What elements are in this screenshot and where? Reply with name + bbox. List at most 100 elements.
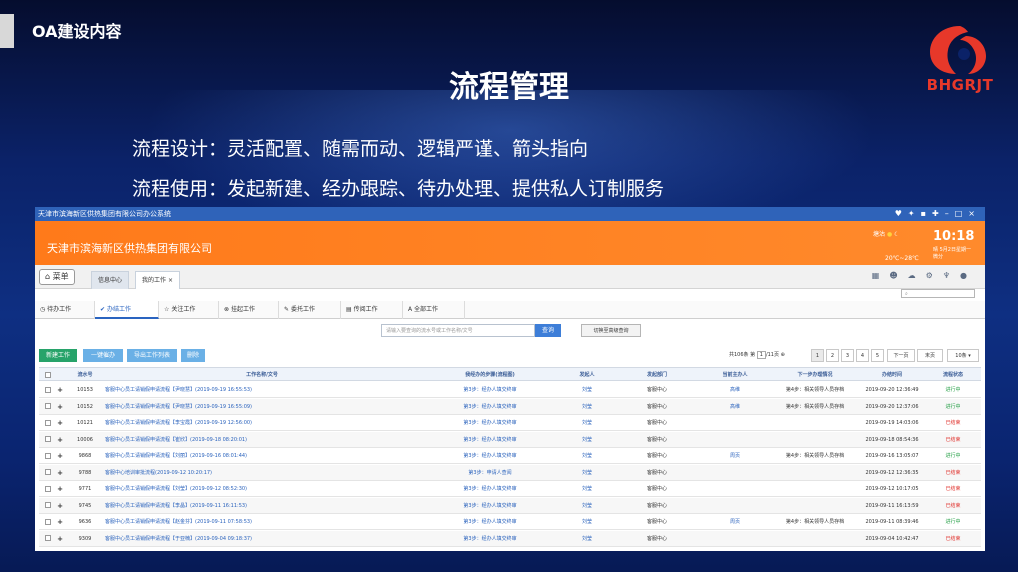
cell-name[interactable]: 客服中心员工请销假申请流程【赵金芬】(2019-09-11 07:58:53) (105, 514, 421, 530)
tab-info-center[interactable]: 信息中心 (91, 271, 130, 289)
pager-page-input[interactable]: 1 (756, 351, 766, 359)
advanced-query-button[interactable]: 切换至高级查询 (581, 324, 641, 337)
page-1-button[interactable]: 1 (811, 349, 824, 362)
expand-icon[interactable]: + (55, 481, 65, 497)
cell-name[interactable]: 客服中心培训审批流程(2019-09-12 10:20:17) (105, 465, 421, 481)
cell-step[interactable]: 第3步：经办人填交终审 (423, 432, 557, 448)
row-checkbox[interactable] (43, 514, 53, 530)
cell-handler[interactable]: 周页 (697, 514, 773, 530)
row-checkbox[interactable] (43, 382, 53, 398)
cell-handler[interactable] (697, 432, 773, 448)
expand-icon[interactable]: + (55, 498, 65, 514)
menu-button[interactable]: ⌂ 菜单 (39, 269, 75, 285)
row-checkbox[interactable] (43, 399, 53, 415)
cell-step[interactable]: 第3步：经办人填交终审 (423, 481, 557, 497)
cell-handler[interactable]: 高维 (697, 382, 773, 398)
per-page-select[interactable]: 10条 ▾ (947, 349, 979, 362)
table-row[interactable]: +9745 客服中心员工请销假申请流程【李晶】(2019-09-11 16:11:… (39, 497, 981, 514)
expand-icon[interactable]: + (55, 399, 65, 415)
cell-name[interactable]: 客服中心员工请销假申请流程【于亚楠】(2019-09-04 09:18:37) (105, 531, 421, 547)
tab-delegated-work[interactable]: ✎ 委托工作 (279, 301, 341, 319)
cell-name[interactable]: 客服中心员工请销假申请流程【刘莹】(2019-09-12 08:52:30) (105, 481, 421, 497)
col-department[interactable]: 发起部门 (619, 368, 695, 382)
minimize-icon[interactable]: – (945, 209, 955, 218)
cell-step[interactable]: 第3步：经办人填交终审 (423, 498, 557, 514)
expand-icon[interactable]: + (55, 531, 65, 547)
close-icon[interactable]: × (968, 209, 981, 218)
settings-icon[interactable]: ✚ (932, 209, 945, 218)
tab-my-work[interactable]: 我的工作 × (135, 271, 180, 289)
row-checkbox[interactable] (43, 432, 53, 448)
cell-initiator[interactable]: 刘莹 (557, 498, 617, 514)
cell-name[interactable]: 客服中心员工请销假申请流程【刘丽】(2019-09-16 08:01:44) (105, 448, 421, 464)
row-checkbox[interactable] (43, 481, 53, 497)
col-finish-time[interactable]: 办结时间 (857, 368, 927, 382)
cell-initiator[interactable]: 刘莹 (557, 382, 617, 398)
cell-name[interactable]: 客服中心员工请销假申请流程【李晶】(2019-09-11 16:11:53) (105, 498, 421, 514)
table-row[interactable]: +10153 客服中心员工请销假申请流程【尹晓慧】(2019-09-19 16:5… (39, 382, 981, 398)
cell-handler[interactable] (697, 481, 773, 497)
row-checkbox[interactable] (43, 448, 53, 464)
cell-name[interactable]: 客服中心员工请销假申请流程【尹晓慧】(2019-09-19 16:55:53) (105, 382, 421, 398)
urge-button[interactable]: 一键催办 (83, 349, 123, 362)
table-row[interactable]: +9868 客服中心员工请销假申请流程【刘丽】(2019-09-16 08:01:… (39, 448, 981, 464)
cell-initiator[interactable]: 刘莹 (557, 531, 617, 547)
cell-step[interactable]: 第3步：经办人填交终审 (423, 531, 557, 547)
cell-initiator[interactable]: 刘莹 (557, 481, 617, 497)
cell-step[interactable]: 第3步：申请人查阅 (423, 465, 557, 481)
row-checkbox[interactable] (43, 531, 53, 547)
cell-step[interactable]: 第3步：经办人填交终审 (423, 415, 557, 431)
query-button[interactable]: 查询 (535, 324, 561, 337)
tab-finished-work[interactable]: ✔ 办结工作 (95, 301, 159, 319)
row-checkbox[interactable] (43, 415, 53, 431)
cell-step[interactable]: 第3步：经办人填交终审 (423, 448, 557, 464)
expand-icon[interactable]: + (55, 514, 65, 530)
cell-handler[interactable]: 高维 (697, 399, 773, 415)
table-row[interactable]: +9788 客服中心培训审批流程(2019-09-12 10:20:17) 第3步：… (39, 464, 981, 481)
pin-icon[interactable]: ✦ (908, 209, 921, 218)
cell-initiator[interactable]: 刘莹 (557, 399, 617, 415)
expand-icon[interactable]: + (55, 415, 65, 431)
global-search-input[interactable]: ⌕ (901, 289, 975, 298)
table-row[interactable]: +10152 客服中心员工请销假申请流程【尹晓慧】(2019-09-19 16:5… (39, 398, 981, 415)
last-page-button[interactable]: 末页 (917, 349, 943, 362)
col-next-step[interactable]: 下一步办理情况 (775, 368, 855, 382)
table-row[interactable]: +9636 客服中心员工请销假申请流程【赵金芬】(2019-09-11 07:58… (39, 514, 981, 530)
cell-step[interactable]: 第3步：经办人填交终审 (423, 382, 557, 398)
maximize-icon[interactable]: □ (955, 209, 969, 218)
cell-handler[interactable] (697, 531, 773, 547)
cell-handler[interactable] (697, 498, 773, 514)
table-row[interactable]: +9771 客服中心员工请销假申请流程【刘莹】(2019-09-12 08:52:… (39, 481, 981, 497)
page-2-button[interactable]: 2 (826, 349, 839, 362)
cell-handler[interactable] (697, 465, 773, 481)
cell-step[interactable]: 第3步：经办人填交终审 (423, 399, 557, 415)
cloud-icon[interactable]: ☁ (908, 271, 926, 280)
tab-circulated-work[interactable]: ▤ 传阅工作 (341, 301, 403, 319)
cell-initiator[interactable]: 刘莹 (557, 415, 617, 431)
key-icon[interactable]: ♆ (943, 271, 960, 280)
cell-step[interactable]: 第3步：经办人填交终审 (423, 514, 557, 530)
export-button[interactable]: 导出工作列表 (127, 349, 177, 362)
delete-button[interactable]: 删除 (181, 349, 205, 362)
query-input[interactable]: 请输入要查询的流水号或工作名称/文号 (381, 324, 535, 337)
new-work-button[interactable]: 新建工作 (39, 349, 77, 362)
cell-name[interactable]: 客服中心员工请销假申请流程【尹晓慧】(2019-09-19 16:55:09) (105, 399, 421, 415)
expand-icon[interactable]: + (55, 448, 65, 464)
cell-handler[interactable]: 周页 (697, 448, 773, 464)
expand-icon[interactable]: + (55, 432, 65, 448)
tab-close-icon[interactable]: × (168, 277, 173, 284)
cell-initiator[interactable]: 刘莹 (557, 514, 617, 530)
col-work-name[interactable]: 工作名称/文号 (103, 368, 421, 382)
grid-icon[interactable]: ▦ (872, 271, 890, 280)
cell-name[interactable]: 客服中心员工请销假申请流程【崔欣】(2019-09-18 08:20:01) (105, 432, 421, 448)
page-5-button[interactable]: 5 (871, 349, 884, 362)
go-icon[interactable]: ⊕ (781, 352, 785, 358)
expand-icon[interactable]: + (55, 465, 65, 481)
cell-initiator[interactable]: 刘莹 (557, 448, 617, 464)
row-checkbox[interactable] (43, 498, 53, 514)
profile-icon[interactable]: ● (960, 271, 977, 280)
select-all-checkbox[interactable] (43, 368, 53, 382)
tab-followed-work[interactable]: ☆ 关注工作 (159, 301, 219, 319)
page-3-button[interactable]: 3 (841, 349, 854, 362)
table-row[interactable]: +10006 客服中心员工请销假申请流程【崔欣】(2019-09-18 08:20… (39, 431, 981, 448)
